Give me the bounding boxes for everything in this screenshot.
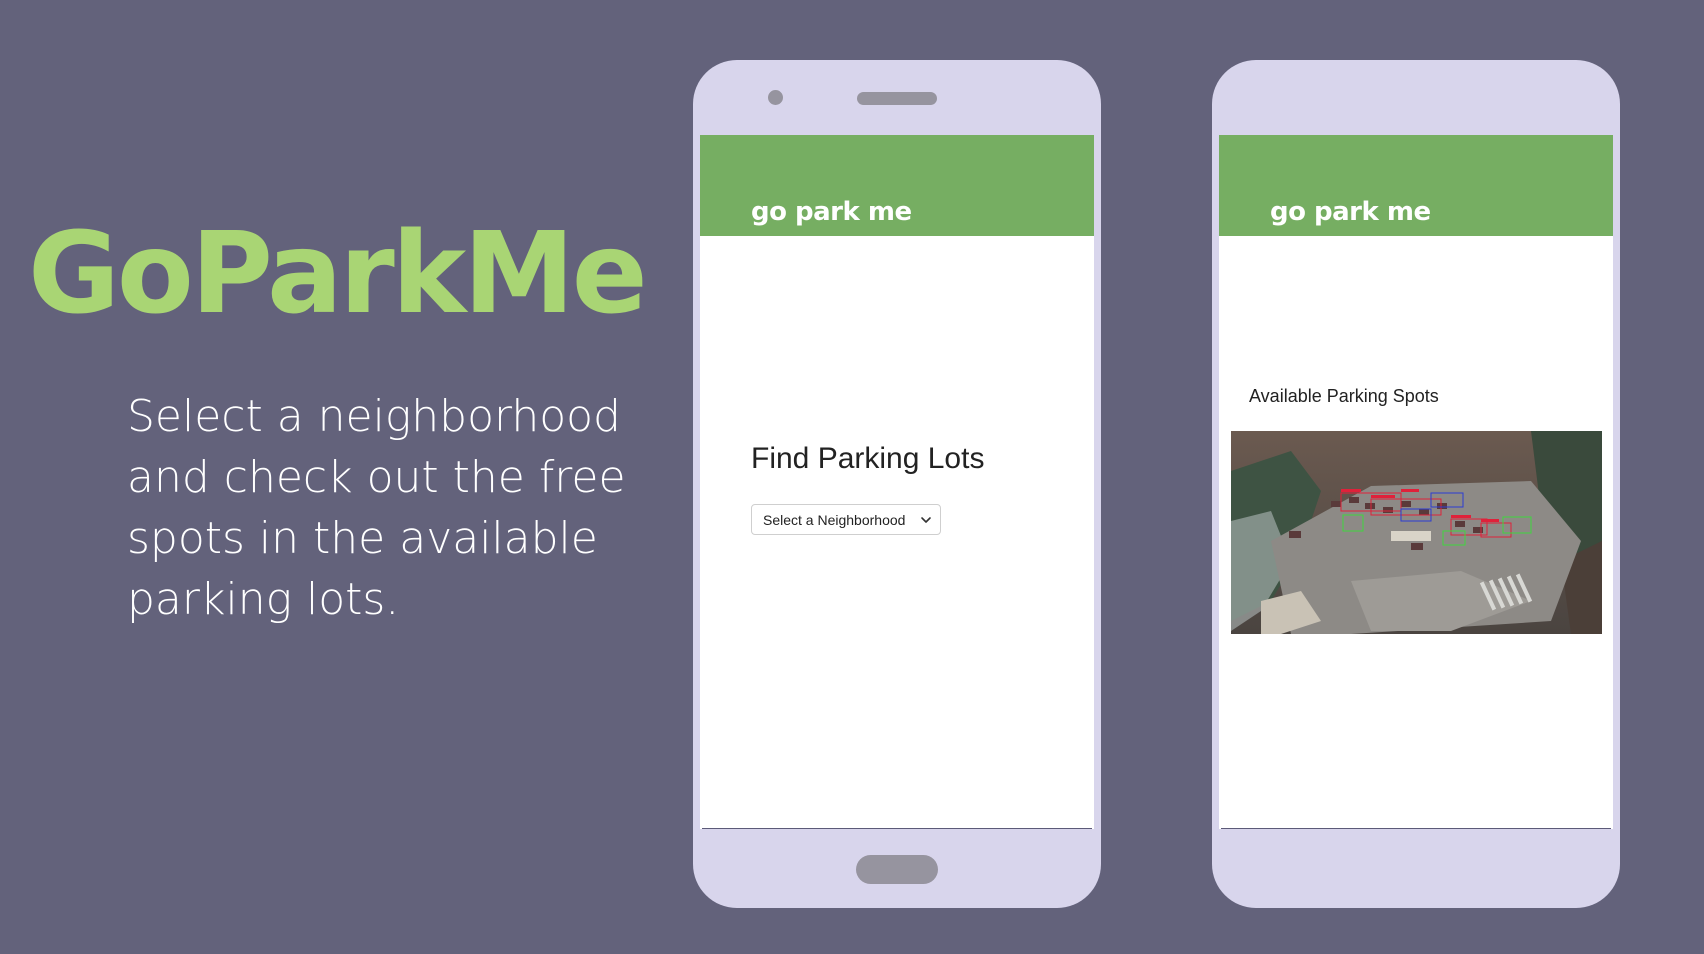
phone-mockup-find: go park me Find Parking Lots Select a Ne… <box>693 60 1101 908</box>
parking-lot-image <box>1231 431 1602 634</box>
chevron-down-icon <box>920 513 932 525</box>
phone-screen: go park me Find Parking Lots Select a Ne… <box>700 135 1094 829</box>
phone-mockup-results: go park me Available Parking Spots <box>1212 60 1620 908</box>
neighborhood-select-value: Select a Neighborhood <box>763 512 906 528</box>
page-title: Find Parking Lots <box>751 442 985 475</box>
divider <box>702 828 1092 829</box>
speaker-grille <box>857 92 937 105</box>
app-logo[interactable]: go park me <box>751 199 912 225</box>
hero-tagline: Select a neighborhood and check out the … <box>127 391 626 625</box>
home-button <box>856 855 938 884</box>
neighborhood-select[interactable]: Select a Neighborhood <box>751 504 941 535</box>
camera-icon <box>768 90 783 105</box>
hero-title: GoParkMe <box>28 209 648 339</box>
phone-screen: go park me Available Parking Spots <box>1219 135 1613 829</box>
divider <box>1221 828 1611 829</box>
app-logo[interactable]: go park me <box>1270 199 1431 225</box>
section-title: Available Parking Spots <box>1249 386 1439 406</box>
app-header: go park me <box>700 135 1094 236</box>
app-header: go park me <box>1219 135 1613 236</box>
